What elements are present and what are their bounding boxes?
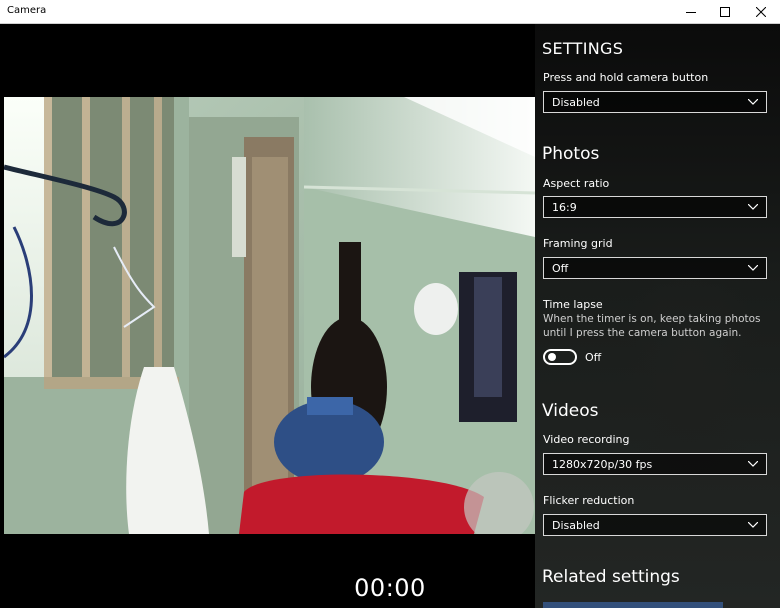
- video-recording-value: 1280x720p/30 fps: [552, 458, 653, 471]
- camera-feed-image: [4, 97, 535, 534]
- maximize-icon: [720, 7, 730, 17]
- aspect-ratio-label: Aspect ratio: [543, 177, 610, 190]
- time-lapse-label: Time lapse: [543, 298, 603, 311]
- time-lapse-description: When the timer is on, keep taking photos…: [543, 313, 761, 339]
- window-title: Camera: [7, 5, 47, 16]
- photos-heading: Photos: [542, 144, 600, 164]
- camera-button-label: Press and hold camera button: [543, 71, 709, 84]
- chevron-down-icon: [748, 204, 758, 210]
- close-button[interactable]: [744, 0, 778, 24]
- framing-grid-dropdown[interactable]: Off: [543, 257, 767, 279]
- camera-preview[interactable]: [4, 97, 535, 534]
- time-lapse-state: Off: [585, 351, 602, 364]
- chevron-down-icon: [748, 522, 758, 528]
- time-lapse-toggle[interactable]: [543, 349, 577, 365]
- flicker-reduction-label: Flicker reduction: [543, 494, 635, 507]
- chevron-down-icon: [748, 461, 758, 467]
- videos-heading: Videos: [542, 401, 599, 421]
- related-settings-link-cut-off[interactable]: [543, 602, 723, 608]
- title-bar[interactable]: Camera: [0, 0, 780, 24]
- related-settings-heading: Related settings: [542, 567, 680, 587]
- close-icon: [756, 7, 766, 17]
- framing-grid-label: Framing grid: [543, 237, 613, 250]
- settings-heading: SETTINGS: [542, 39, 624, 58]
- flicker-reduction-dropdown[interactable]: Disabled: [543, 514, 767, 536]
- camera-app-window: Camera 00:00 SETTINGS Press and hold cam…: [0, 0, 780, 608]
- chevron-down-icon: [748, 99, 758, 105]
- minimize-icon: [686, 12, 696, 13]
- camera-button-value: Disabled: [552, 96, 600, 109]
- maximize-button[interactable]: [708, 0, 742, 24]
- aspect-ratio-dropdown[interactable]: 16:9: [543, 196, 767, 218]
- flicker-reduction-value: Disabled: [552, 519, 600, 532]
- recording-timer: 00:00: [354, 574, 426, 602]
- camera-button-dropdown[interactable]: Disabled: [543, 91, 767, 113]
- video-recording-dropdown[interactable]: 1280x720p/30 fps: [543, 453, 767, 475]
- toggle-knob: [548, 353, 556, 361]
- video-recording-label: Video recording: [543, 433, 630, 446]
- minimize-button[interactable]: [674, 0, 708, 24]
- chevron-down-icon: [748, 265, 758, 271]
- aspect-ratio-value: 16:9: [552, 201, 577, 214]
- settings-pane: SETTINGS Press and hold camera button Di…: [535, 24, 780, 608]
- framing-grid-value: Off: [552, 262, 569, 275]
